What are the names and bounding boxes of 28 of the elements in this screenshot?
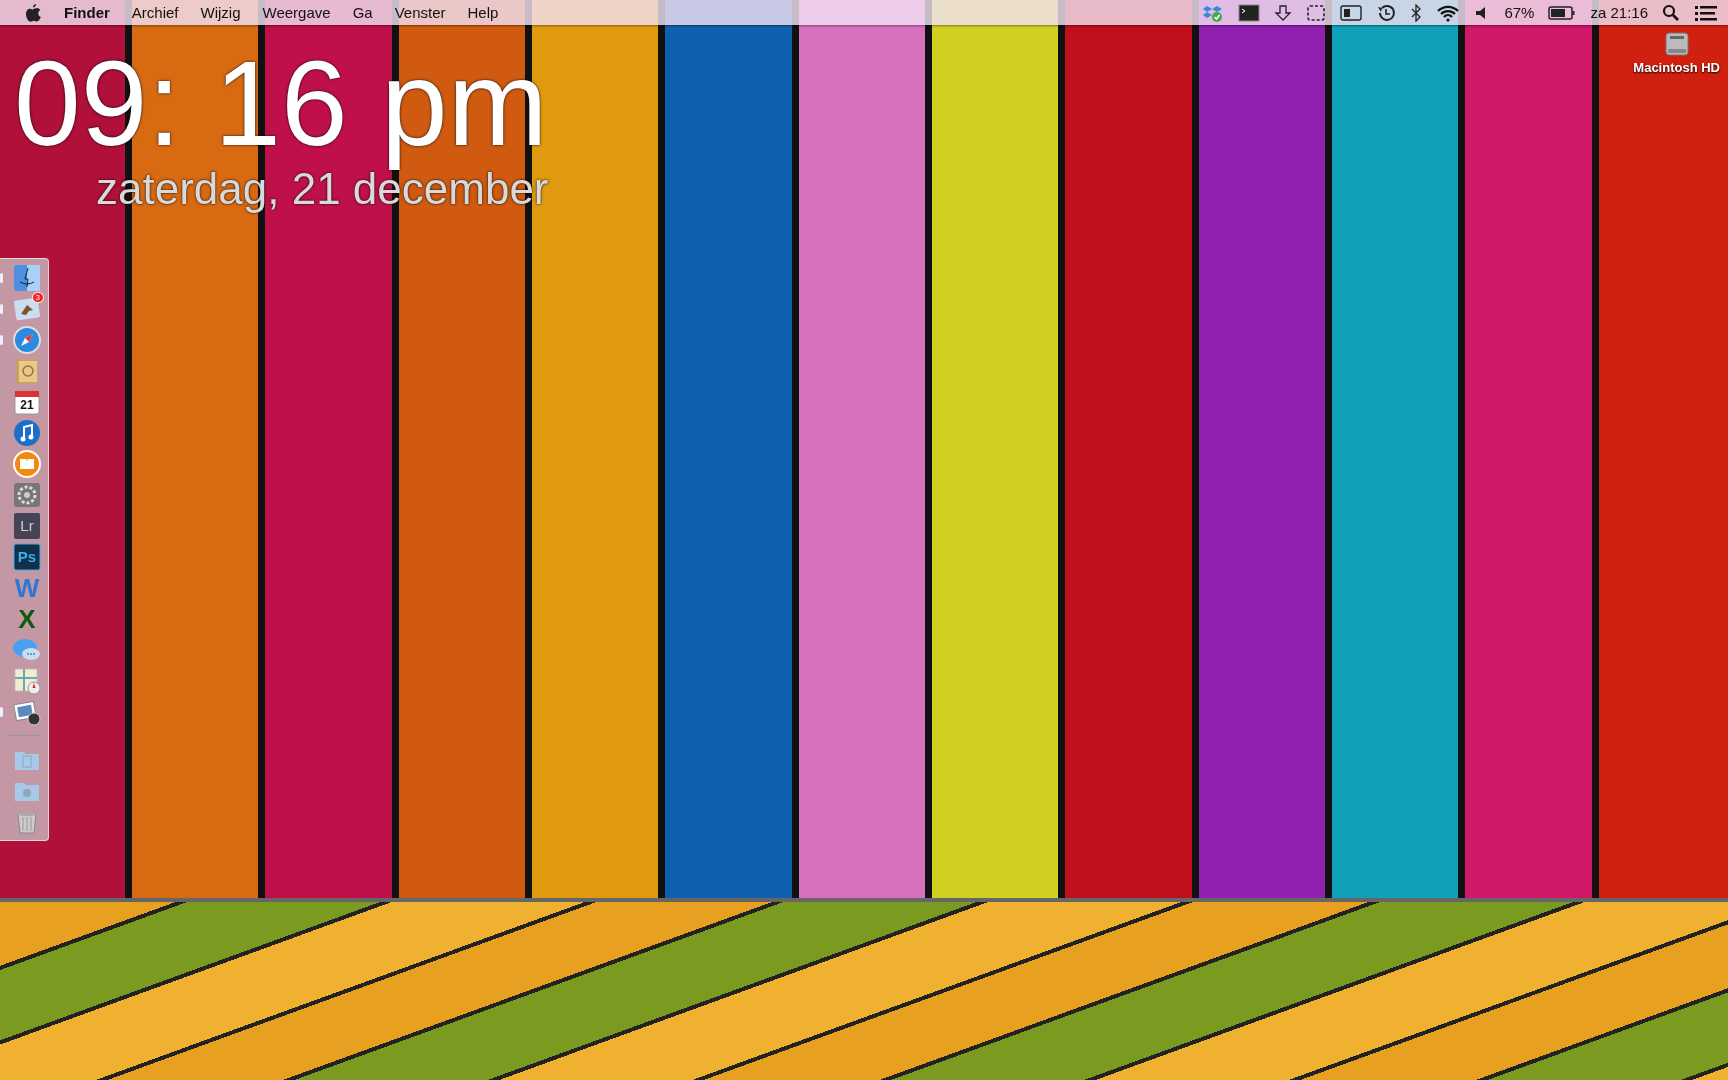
face-icon[interactable] [12, 263, 42, 293]
dashed-selection-icon[interactable] [1306, 3, 1327, 22]
menu-item[interactable]: Ga [352, 4, 373, 21]
battery-icon[interactable] [1548, 4, 1577, 21]
menubar-clock[interactable]: za 21:16 [1590, 4, 1648, 21]
window-icon[interactable] [1340, 3, 1363, 22]
menu-item[interactable]: Weergave [262, 4, 331, 21]
gear-icon[interactable] [12, 480, 42, 510]
time-machine-icon[interactable] [1376, 2, 1397, 23]
app-menu[interactable]: Finder [64, 4, 110, 21]
notification-list-icon[interactable] [1694, 3, 1718, 22]
ps-app-icon[interactable]: Ps [12, 542, 42, 572]
apple-icon[interactable] [24, 2, 42, 23]
menu-item[interactable]: Archief [131, 4, 179, 21]
compass-icon[interactable] [12, 325, 42, 355]
disk-label[interactable]: Macintosh HD [1633, 60, 1720, 75]
lr-app-icon[interactable]: Lr [12, 511, 42, 541]
bluetooth-icon[interactable] [1410, 3, 1423, 22]
menu-item[interactable]: Wijzig [200, 4, 241, 21]
download-arrow-icon[interactable] [1274, 3, 1293, 22]
battery-percentage[interactable]: 67% [1504, 4, 1535, 21]
menu-item[interactable]: Venster [394, 4, 446, 21]
search-icon[interactable] [1662, 3, 1680, 22]
calendar-icon[interactable]: 21 [12, 387, 42, 417]
menu-item[interactable]: Help [467, 4, 499, 21]
terminal-icon[interactable] [1238, 3, 1261, 22]
music-note-icon[interactable] [12, 418, 42, 448]
wifi-icon[interactable] [1436, 3, 1461, 22]
